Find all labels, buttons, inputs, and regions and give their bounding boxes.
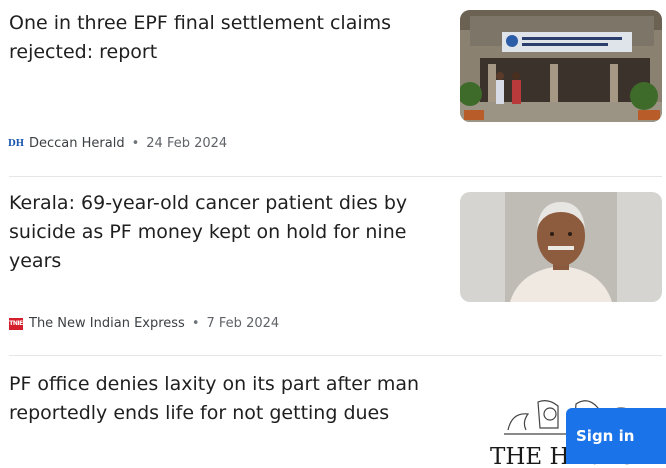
article-headline[interactable]: One in three EPF final settlement claims…: [9, 9, 434, 67]
article-date: 7 Feb 2024: [206, 316, 280, 331]
article-thumbnail[interactable]: [460, 192, 662, 302]
article-meta: TNIE The New Indian Express • 7 Feb 2024: [9, 316, 279, 331]
article-card[interactable]: Kerala: 69-year-old cancer patient dies …: [0, 177, 666, 355]
deccan-herald-logo-icon: DH: [7, 138, 25, 149]
portrait-photo-image: [460, 192, 662, 302]
article-headline[interactable]: PF office denies laxity on its part afte…: [9, 370, 434, 428]
sign-in-button[interactable]: Sign in: [566, 408, 666, 464]
article-source: The New Indian Express: [29, 316, 185, 331]
article-date: 24 Feb 2024: [146, 136, 228, 151]
article-thumbnail[interactable]: [460, 10, 662, 122]
epfo-building-image: [460, 10, 662, 122]
article-source: Deccan Herald: [29, 136, 125, 151]
meta-separator: •: [191, 316, 200, 331]
news-feed: One in three EPF final settlement claims…: [0, 0, 666, 468]
new-indian-express-logo-icon: TNIE: [9, 317, 23, 330]
article-meta: DH Deccan Herald • 24 Feb 2024: [7, 136, 228, 151]
article-card[interactable]: One in three EPF final settlement claims…: [0, 0, 666, 176]
article-headline[interactable]: Kerala: 69-year-old cancer patient dies …: [9, 189, 434, 276]
meta-separator: •: [131, 136, 140, 151]
